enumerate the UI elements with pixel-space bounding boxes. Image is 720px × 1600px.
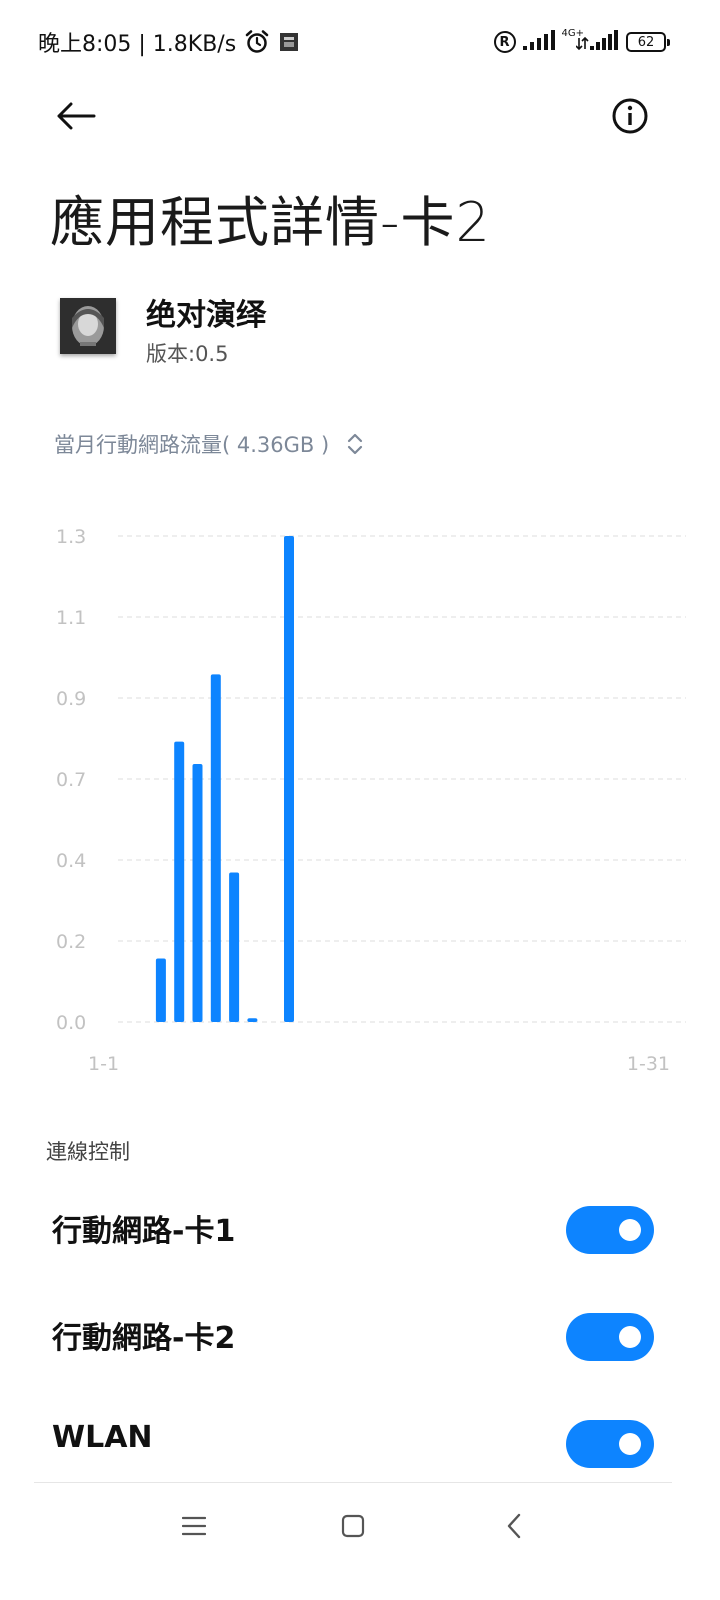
- toggle-label: 行動網路-卡1: [52, 1214, 236, 1249]
- chart-bar[interactable]: [229, 872, 240, 1022]
- usage-chart-svg: 1.3 1.1 0.9 0.7 0.4 0.2 0.01-1 1-31: [56, 526, 686, 1075]
- nav-divider: [34, 1482, 672, 1483]
- chart-bar[interactable]: [155, 958, 166, 1022]
- signal-sim1-icon: [522, 29, 556, 55]
- battery-level: 62: [637, 34, 655, 50]
- chart-y-tick-label: 0.4: [56, 850, 86, 872]
- chart-bar[interactable]: [210, 674, 221, 1022]
- chart-y-tick-label: 0.9: [56, 688, 86, 710]
- chart-y-tick-label: 0.0: [56, 1012, 86, 1034]
- usage-label: 當月行動網路流量( 4.36GB ): [54, 433, 330, 457]
- switch-knob: [619, 1219, 641, 1241]
- app-icon: [60, 298, 116, 354]
- status-bar: 晚上8:05 | 1.8KB/s R 4G+ 62: [0, 0, 720, 84]
- chevron-left-icon: [507, 1513, 521, 1539]
- toggle-label: 行動網路-卡2: [52, 1321, 236, 1356]
- toggle-row-sim1[interactable]: 行動網路-卡1: [0, 1180, 720, 1280]
- chart-bar[interactable]: [174, 741, 185, 1022]
- network-type-label: 4G+: [561, 28, 585, 39]
- registered-icon: R: [493, 31, 516, 53]
- alarm-icon: [244, 29, 270, 55]
- chart-y-tick-label: 0.7: [56, 769, 86, 791]
- chart-y-tick-label: 1.3: [56, 526, 86, 548]
- status-right: R 4G+ 62: [488, 26, 670, 58]
- menu-nav-button[interactable]: [164, 1500, 224, 1552]
- toggle-row-sim2[interactable]: 行動網路-卡2: [0, 1287, 720, 1387]
- battery-icon: 62: [626, 32, 670, 52]
- back-nav-button[interactable]: [484, 1500, 544, 1552]
- toggle-label: WLAN: [52, 1420, 153, 1455]
- arrow-left-icon: [57, 102, 96, 130]
- wlan-switch[interactable]: [566, 1420, 654, 1468]
- back-button[interactable]: [50, 90, 102, 142]
- status-left: 晚上8:05 | 1.8KB/s: [38, 26, 300, 58]
- app-details-screen: 晚上8:05 | 1.8KB/s R 4G+ 62 應用程式詳情-卡2 绝对演绎…: [0, 0, 720, 1600]
- info-icon: [612, 98, 648, 134]
- info-button[interactable]: [604, 90, 656, 142]
- home-square-icon: [341, 1514, 365, 1538]
- chart-bar[interactable]: [192, 764, 203, 1022]
- app-name: 绝对演绎: [146, 298, 266, 333]
- toggle-row-wlan[interactable]: WLAN: [0, 1394, 720, 1494]
- status-time: 晚上8:05 | 1.8KB/s: [38, 32, 237, 57]
- expand-collapse-icon: [347, 433, 363, 455]
- page-title: 應用程式詳情-卡2: [50, 191, 491, 254]
- app-version: 版本:0.5: [146, 342, 229, 366]
- switch-knob: [619, 1433, 641, 1455]
- home-nav-button[interactable]: [323, 1500, 383, 1552]
- mobile-data-sim1-switch[interactable]: [566, 1206, 654, 1254]
- menu-icon: [182, 1516, 206, 1536]
- chart-y-tick-label: 1.1: [56, 607, 86, 629]
- connection-control-header: 連線控制: [46, 1140, 130, 1164]
- mobile-data-sim2-switch[interactable]: [566, 1313, 654, 1361]
- usage-chart: 1.3 1.1 0.9 0.7 0.4 0.2 0.0 1-1 1-31: [0, 500, 720, 1100]
- chart-y-tick-label: 0.2: [56, 931, 86, 953]
- chart-x-start-label: 1-1: [88, 1053, 119, 1075]
- chart-bar[interactable]: [247, 1018, 258, 1022]
- chart-bar[interactable]: [284, 536, 294, 1022]
- chart-x-end-label: 1-31: [627, 1053, 670, 1075]
- notification-app-icon: [278, 31, 300, 53]
- switch-knob: [619, 1326, 641, 1348]
- usage-period-selector[interactable]: 當月行動網路流量( 4.36GB ): [54, 428, 363, 460]
